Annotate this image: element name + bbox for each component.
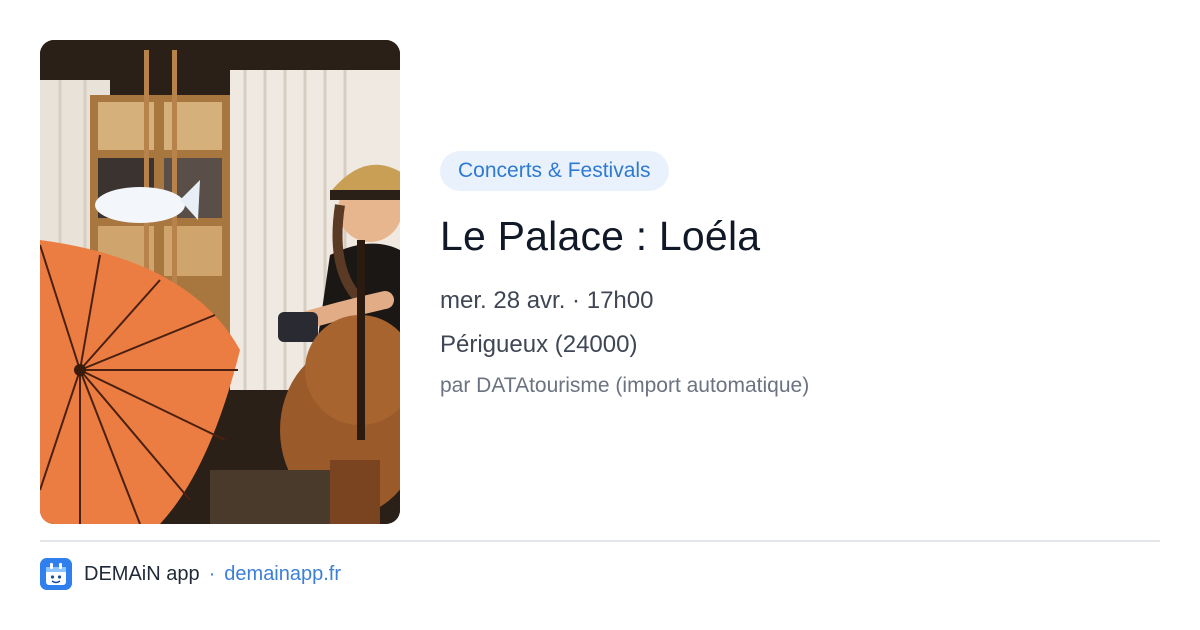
footer-divider [40, 540, 1160, 542]
event-source: par DATAtourisme (import automatique) [440, 374, 810, 397]
footer-separator: · [208, 562, 216, 585]
event-info: Concerts & Festivals Le Palace : Loéla m… [440, 151, 1160, 401]
app-footer: DEMAiN app · demainapp.fr [40, 558, 341, 590]
event-title[interactable]: Le Palace : Loéla [440, 211, 1160, 261]
demain-app-logo-icon[interactable] [40, 558, 72, 590]
event-datetime: mer. 28 avr. · 17h00 [440, 287, 654, 314]
event-location: Périgueux (24000) [440, 331, 638, 358]
event-photo[interactable] [40, 40, 400, 524]
category-chip[interactable]: Concerts & Festivals [440, 151, 669, 191]
event-share-card: Concerts & Festivals Le Palace : Loéla m… [0, 0, 1200, 630]
app-name: DEMAiN app [84, 562, 200, 585]
app-website-link[interactable]: demainapp.fr [224, 563, 341, 586]
